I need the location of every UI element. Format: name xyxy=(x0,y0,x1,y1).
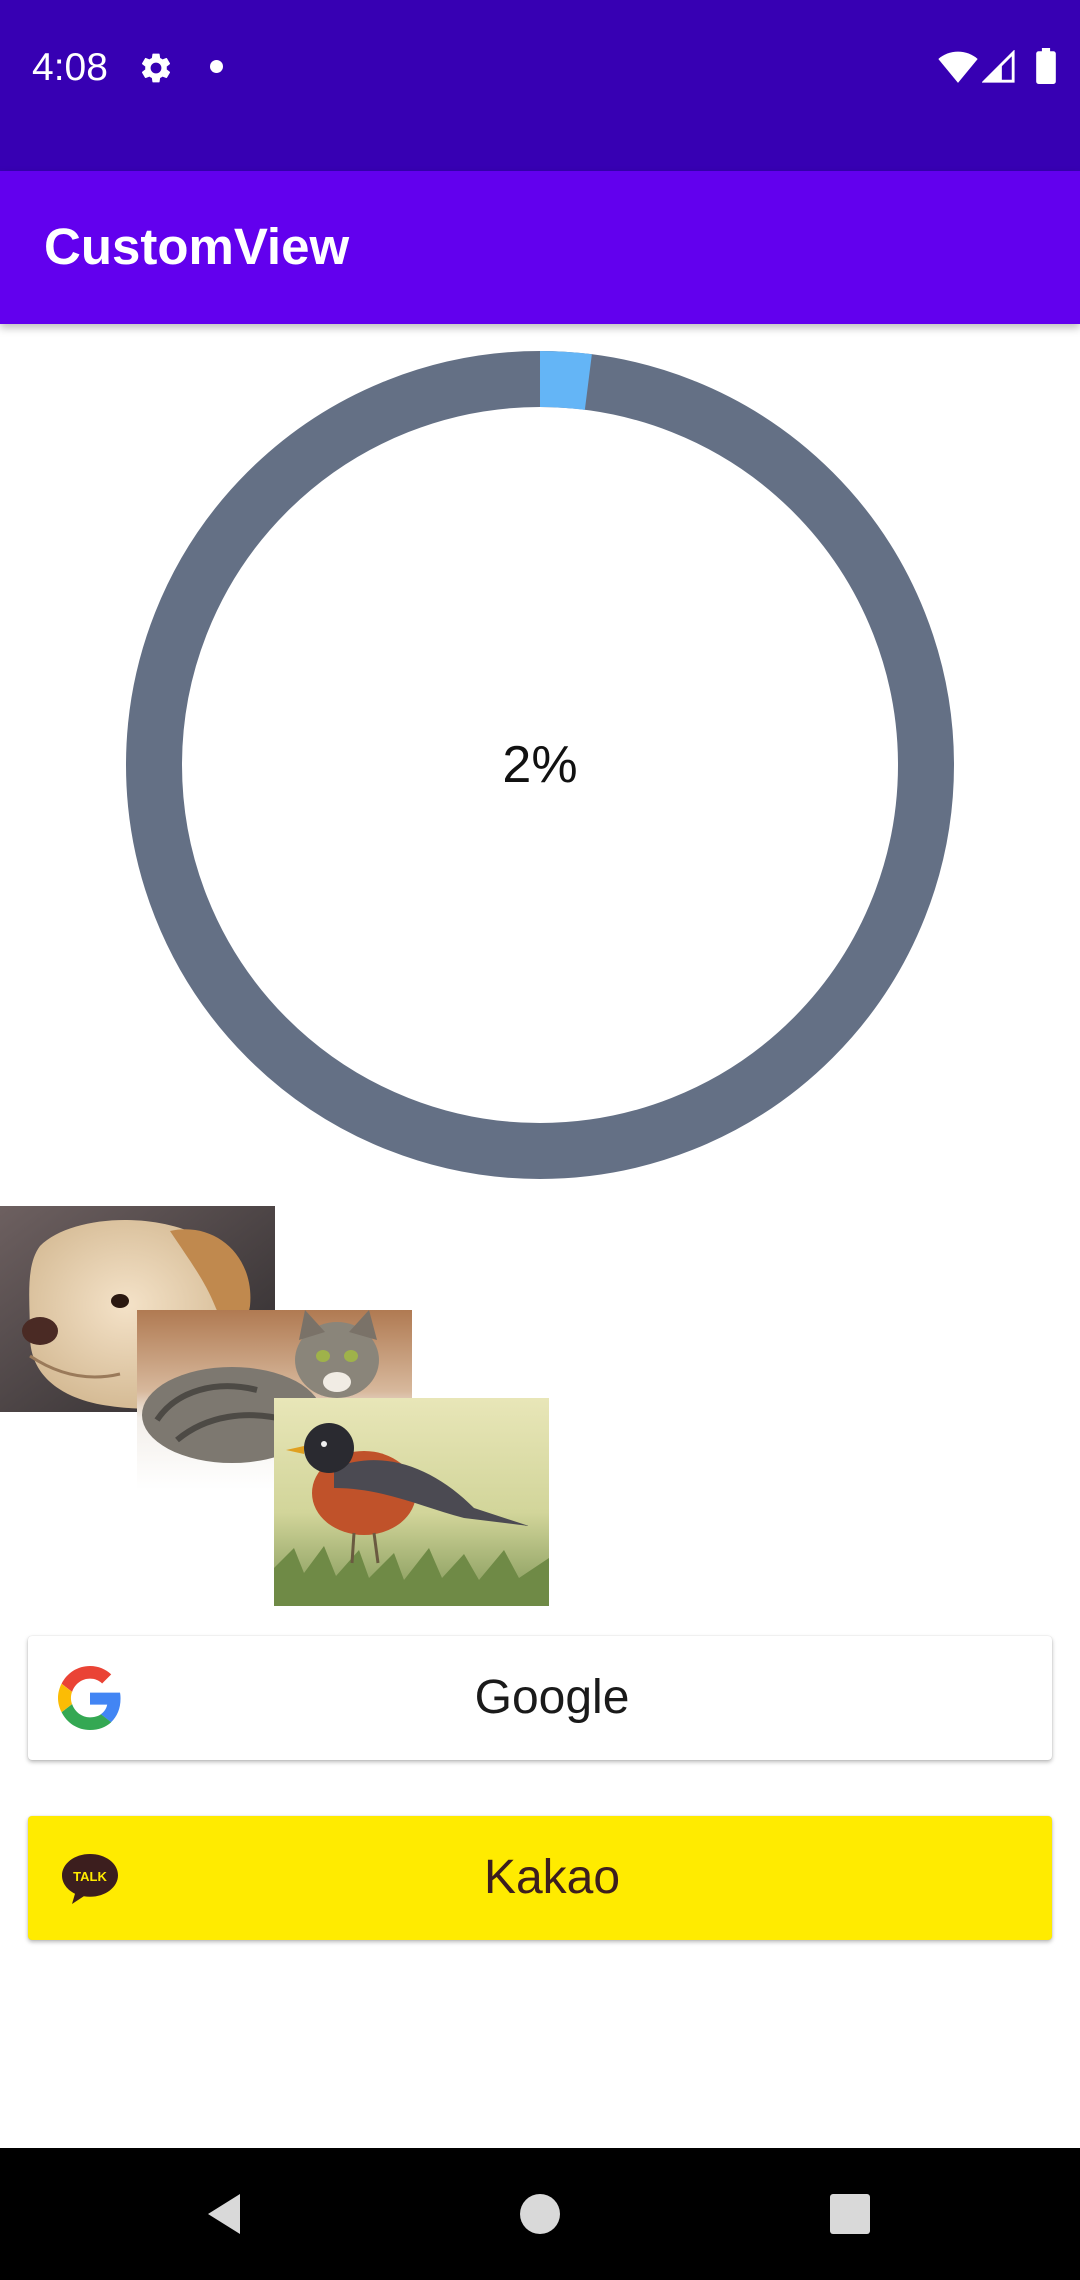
google-button-label: Google xyxy=(474,1671,630,1724)
navigation-bar xyxy=(0,2148,1080,2280)
bird-photo xyxy=(274,1398,549,1606)
gear-icon xyxy=(141,53,171,83)
app-title: CustomView xyxy=(44,218,350,275)
google-login-button[interactable]: Google xyxy=(28,1636,1052,1760)
app-bar: CustomView xyxy=(0,171,1080,324)
notification-dot xyxy=(210,60,223,73)
progress-label: 2% xyxy=(502,736,578,794)
screen: 4:08 CustomView 2% Google TALK Kakao xyxy=(0,0,1080,2280)
status-bar: 4:08 xyxy=(0,0,1080,171)
back-icon[interactable] xyxy=(198,2186,254,2242)
battery-icon xyxy=(1036,48,1056,84)
circular-progress: 2% xyxy=(125,350,955,1180)
signal-icon xyxy=(982,50,1015,83)
wifi-icon xyxy=(938,51,978,83)
kakao-button-label: Kakao xyxy=(483,1851,621,1904)
recents-icon[interactable] xyxy=(822,2186,878,2242)
home-icon[interactable] xyxy=(512,2186,568,2242)
kakao-login-button[interactable]: TALK Kakao xyxy=(28,1816,1052,1940)
status-time: 4:08 xyxy=(32,46,108,89)
